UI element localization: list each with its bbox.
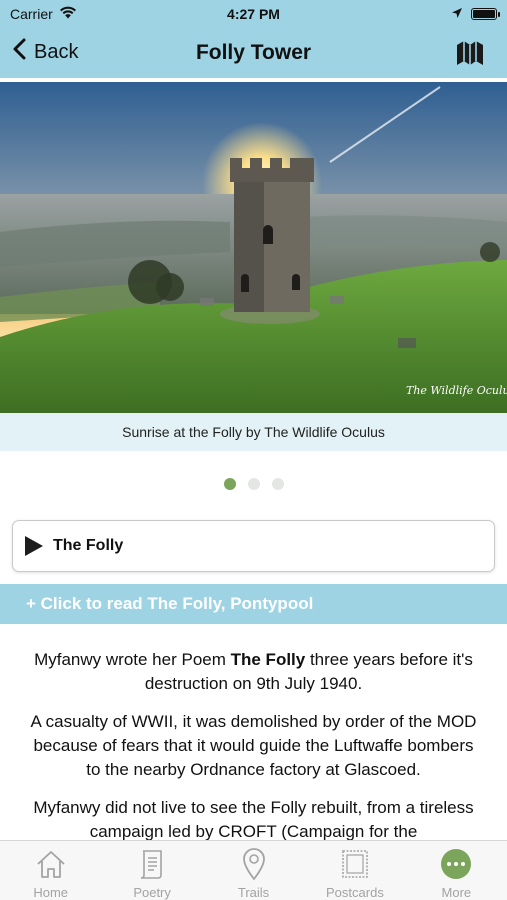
tab-trails[interactable]: Trails <box>203 841 304 900</box>
navigation-bar: Back Folly Tower <box>0 28 507 78</box>
audio-player[interactable]: The Folly <box>12 520 495 572</box>
hero-image[interactable]: The Wildlife Oculus <box>0 82 507 413</box>
read-poem-label: + Click to read The Folly, Pontypool <box>26 594 314 613</box>
carousel-dot[interactable] <box>247 478 260 490</box>
location-arrow-icon <box>451 6 463 22</box>
map-pin-icon <box>241 847 267 881</box>
paragraph-3: Myfanwy did not live to see the Folly re… <box>33 798 474 840</box>
tab-label: Home <box>33 885 69 900</box>
tab-postcards[interactable]: Postcards <box>304 841 405 900</box>
scroll-icon <box>137 847 167 881</box>
tab-poetry[interactable]: Poetry <box>101 841 202 900</box>
audio-label: The Folly <box>53 537 124 554</box>
paragraph-2: A casualty of WWII, it was demolished by… <box>30 712 477 779</box>
back-label: Back <box>34 40 79 63</box>
tab-bar: Home Poetry Trails Postcards More <box>0 840 507 900</box>
back-button[interactable]: Back <box>12 38 78 66</box>
more-icon <box>441 847 472 881</box>
play-icon[interactable] <box>25 536 43 556</box>
tab-label: Postcards <box>326 885 384 900</box>
carousel-page-indicator[interactable] <box>0 478 507 490</box>
tab-label: Trails <box>237 885 270 900</box>
battery-full-icon <box>471 8 500 20</box>
read-poem-button[interactable]: + Click to read The Folly, Pontypool <box>0 584 507 624</box>
poem-title-bold: The Folly <box>230 650 306 669</box>
tab-label: More <box>441 885 472 900</box>
carrier-label: Carrier <box>10 6 53 22</box>
carousel-dot[interactable] <box>271 478 284 490</box>
watermark-text: The Wildlife Oculus <box>406 384 507 397</box>
tab-more[interactable]: More <box>406 841 507 900</box>
description-text: Myfanwy wrote her Poem The Folly three y… <box>0 648 507 840</box>
home-icon <box>35 847 67 881</box>
paragraph-1: Myfanwy wrote her Poem The Folly three y… <box>30 648 477 696</box>
carousel-dot[interactable] <box>223 478 236 490</box>
postcard-icon <box>340 847 370 881</box>
folded-map-icon[interactable] <box>455 39 485 67</box>
chevron-left-icon <box>12 38 26 66</box>
status-bar: Carrier 4:27 PM <box>0 0 507 28</box>
status-time: 4:27 PM <box>227 6 280 22</box>
tab-home[interactable]: Home <box>0 841 101 900</box>
paragraph-1-text-start: Myfanwy wrote her Poem <box>34 650 231 669</box>
wifi-icon <box>59 6 77 22</box>
image-caption: Sunrise at the Folly by The Wildlife Ocu… <box>0 413 507 451</box>
tab-label: Poetry <box>133 885 171 900</box>
